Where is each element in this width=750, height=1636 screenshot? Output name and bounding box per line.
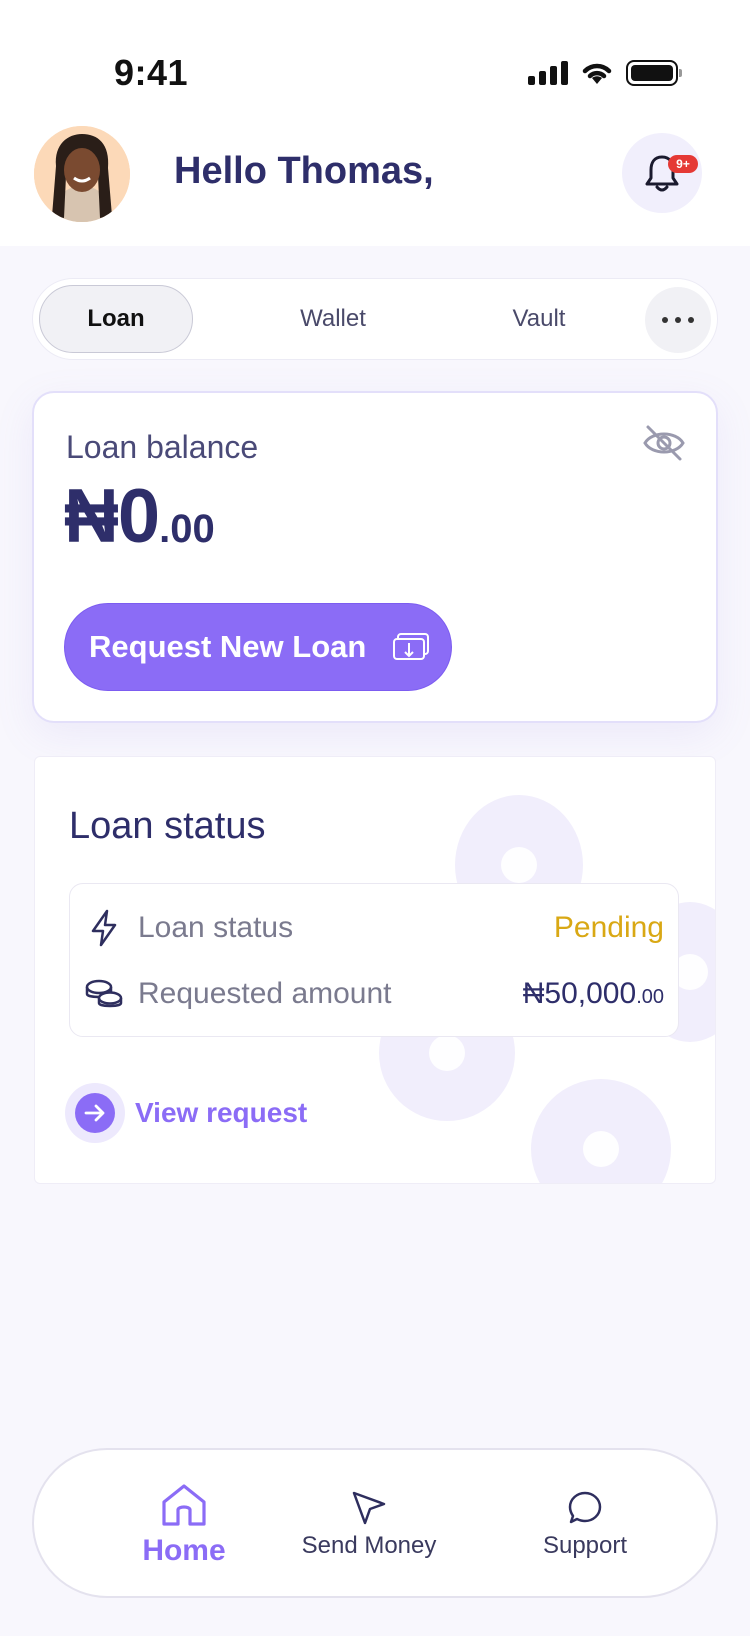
- chat-icon: [568, 1491, 602, 1524]
- request-new-loan-button[interactable]: Request New Loan: [64, 603, 452, 691]
- balance-amount-decimal: .00: [159, 507, 215, 551]
- home-icon: [162, 1484, 206, 1526]
- nav-home[interactable]: Home: [104, 1450, 264, 1600]
- nav-send-money[interactable]: Send Money: [284, 1450, 454, 1600]
- battery-icon: [626, 60, 682, 86]
- cash-icon: [393, 633, 430, 660]
- requested-amount-decimal: .00: [636, 986, 664, 1008]
- arrow-right-icon: [65, 1083, 125, 1143]
- status-icons: [528, 60, 682, 86]
- lightning-icon: [84, 908, 124, 948]
- notification-badge: 9+: [668, 155, 698, 173]
- notifications-button[interactable]: 9+: [622, 133, 702, 213]
- greeting-title: Hello Thomas,: [174, 150, 434, 192]
- balance-amount: ₦0 .00: [64, 473, 215, 560]
- bottom-navigation: Home Send Money Support: [32, 1448, 718, 1598]
- loan-status-card: Loan status Loan status Pending Requeste…: [34, 756, 716, 1184]
- more-horizontal-icon: [662, 317, 668, 323]
- nav-support[interactable]: Support: [510, 1450, 660, 1600]
- status-time: 9:41: [114, 52, 189, 93]
- view-request-label: View request: [135, 1097, 308, 1128]
- loan-status-row: Loan status Pending: [70, 898, 678, 958]
- more-options-button[interactable]: [645, 287, 711, 353]
- tab-loan[interactable]: Loan: [39, 285, 193, 353]
- requested-amount-row: Requested amount ₦50,000.00: [70, 964, 678, 1024]
- account-tabs: Loan Wallet Vault: [32, 278, 718, 360]
- nav-send-money-label: Send Money: [301, 1532, 437, 1559]
- send-icon: [352, 1491, 386, 1525]
- decorative-coin: [531, 1079, 671, 1183]
- avatar[interactable]: [34, 126, 130, 222]
- signal-icon: [528, 61, 568, 85]
- loan-status-value: Pending: [553, 911, 664, 944]
- loan-status-details: Loan status Pending Requested amount ₦50…: [69, 883, 679, 1037]
- tab-wallet[interactable]: Wallet: [273, 285, 393, 353]
- balance-amount-main: ₦0: [64, 474, 160, 559]
- requested-amount-main: ₦50,000: [522, 977, 637, 1010]
- request-button-label: Request New Loan: [89, 629, 367, 664]
- requested-amount-label: Requested amount: [138, 977, 392, 1010]
- loan-status-label: Loan status: [138, 911, 294, 944]
- loan-balance-card: Loan balance ₦0 .00 Request New Loan: [32, 391, 718, 723]
- nav-home-label: Home: [142, 1534, 226, 1567]
- requested-amount-value: ₦50,000.00: [523, 977, 664, 1011]
- coins-icon: [84, 974, 124, 1014]
- tab-vault[interactable]: Vault: [479, 285, 599, 353]
- user-avatar: [34, 126, 130, 222]
- eye-off-icon[interactable]: [642, 423, 686, 463]
- view-request-link[interactable]: View request: [65, 1083, 307, 1143]
- nav-support-label: Support: [542, 1532, 628, 1559]
- wifi-icon: [582, 63, 612, 84]
- balance-label: Loan balance: [66, 429, 259, 465]
- loan-status-title: Loan status: [69, 805, 266, 847]
